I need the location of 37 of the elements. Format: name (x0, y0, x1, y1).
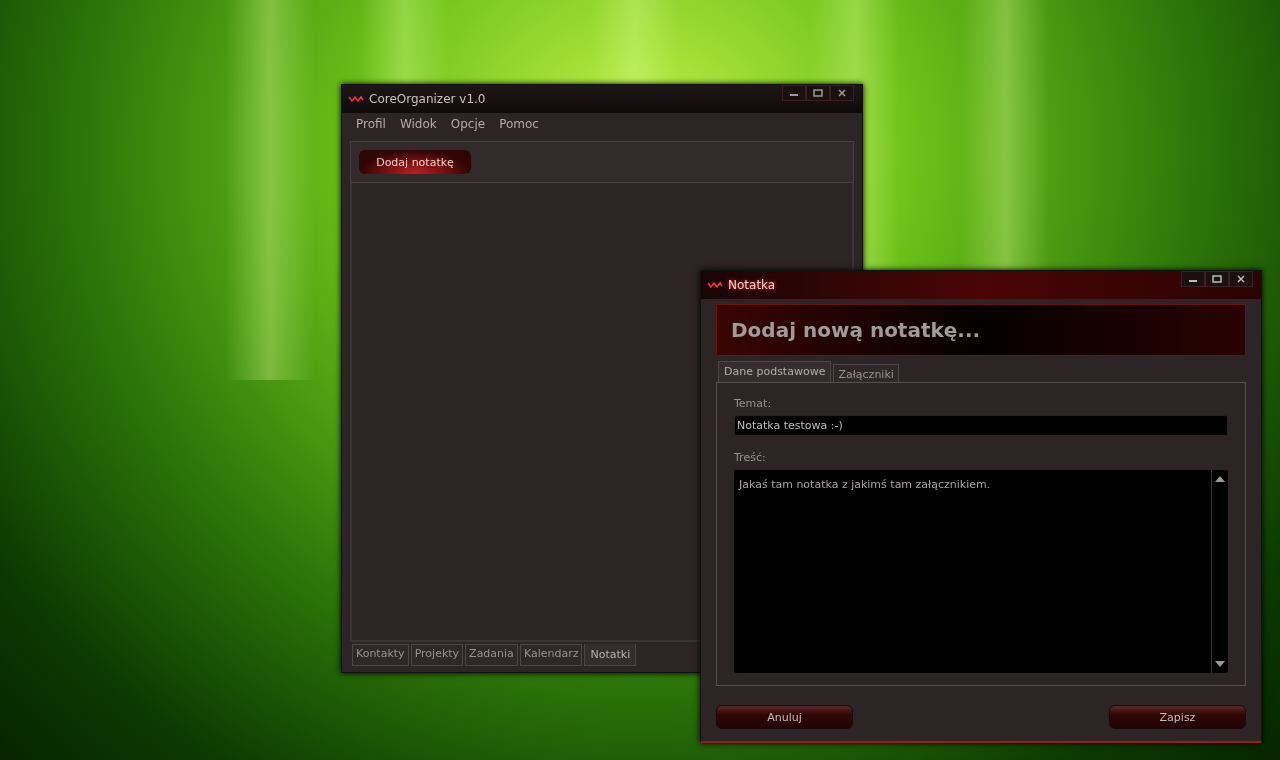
maximize-icon (1212, 274, 1222, 284)
dialog-button[interactable]: Zapisz (1109, 705, 1246, 729)
menu-item[interactable]: Pomoc (499, 117, 539, 133)
tab[interactable]: Kontakty (352, 644, 409, 666)
close-button[interactable] (1229, 271, 1253, 287)
tab[interactable]: Projekty (410, 644, 464, 666)
scroll-up-icon[interactable] (1215, 476, 1225, 482)
close-button[interactable] (830, 85, 854, 101)
tab[interactable]: Załączniki (833, 364, 899, 382)
tab[interactable]: Kalendarz (519, 644, 583, 666)
app-logo-icon (707, 281, 723, 289)
window-title: CoreOrganizer v1.0 (369, 92, 486, 106)
subject-field[interactable]: Notatka testowa :-) (734, 415, 1228, 436)
close-icon (1236, 274, 1246, 284)
field-label: Treść: (734, 451, 767, 464)
add-note-button[interactable]: Dodaj notatkę (359, 150, 471, 174)
dialog-button[interactable]: Anuluj (716, 705, 853, 729)
content-text: Jakaś tam notatka z jakimś tam załącznikiem. (739, 478, 991, 491)
minimize-button[interactable] (782, 85, 806, 101)
field-label: Temat: (734, 397, 773, 410)
maximize-button[interactable] (806, 85, 830, 101)
maximize-icon (813, 88, 823, 98)
tab[interactable]: Zadania (465, 644, 518, 666)
close-icon (837, 88, 847, 98)
window-title: Notatka (728, 278, 776, 292)
scrollbar[interactable] (1211, 470, 1228, 673)
tab[interactable]: Dane podstawowe (718, 361, 832, 382)
scroll-down-icon[interactable] (1215, 661, 1225, 667)
menu-item[interactable]: Profil (356, 117, 386, 133)
dialog-heading: Dodaj nową notatkę... (731, 318, 981, 342)
content-field[interactable]: Jakaś tam notatka z jakimś tam załącznikiem. (734, 469, 1228, 673)
tab[interactable]: Notatki (584, 644, 637, 666)
menu-item[interactable]: Widok (399, 117, 437, 133)
menu-item[interactable]: Opcje (450, 117, 486, 133)
maximize-button[interactable] (1205, 271, 1229, 287)
app-logo-icon (348, 95, 364, 103)
minimize-button[interactable] (1181, 271, 1205, 287)
